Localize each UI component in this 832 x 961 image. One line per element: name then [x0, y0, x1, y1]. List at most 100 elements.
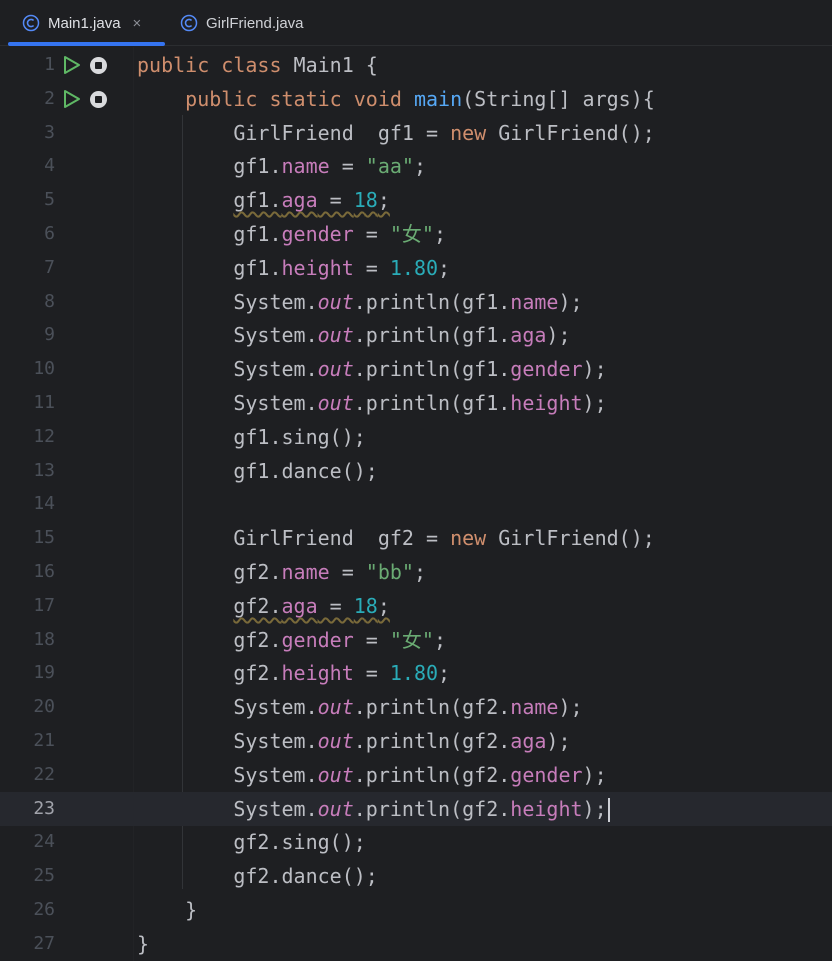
run-icon[interactable] [62, 55, 82, 75]
code-line[interactable]: 1 public class Main1 { [0, 48, 832, 82]
code-line[interactable]: 22 System.out.println(gf2.gender); [0, 758, 832, 792]
code-line[interactable]: 17 gf2.aga = 18; [0, 589, 832, 623]
code-line[interactable]: 25 gf2.dance(); [0, 859, 832, 893]
code-token: = [353, 222, 390, 246]
code-text: System.out.println(gf1.aga); [137, 318, 570, 352]
code-text: System.out.println(gf2.aga); [137, 724, 570, 758]
code-token: main [413, 86, 463, 111]
code-token: out [317, 762, 354, 787]
tab-main1-java[interactable]: Main1.java × [22, 0, 141, 46]
code-line[interactable]: 23 System.out.println(gf2.height); [0, 791, 832, 826]
line-number: 26 [33, 899, 55, 920]
code-line[interactable]: 11 System.out.println(gf1.height); [0, 386, 832, 420]
class-icon [22, 14, 40, 32]
code-token: System. [137, 289, 318, 314]
code-token: .println(gf2. [353, 695, 511, 720]
run-icon[interactable] [62, 89, 82, 109]
line-number: 1 [44, 54, 55, 75]
code-line[interactable]: 9 System.out.println(gf1.aga); [0, 318, 832, 352]
code-text: } [137, 927, 149, 961]
code-text: gf1.dance(); [137, 454, 378, 488]
code-token: "女" [389, 627, 434, 652]
code-line[interactable]: 18 gf2.gender = "女"; [0, 623, 832, 657]
code-token: ; [433, 627, 447, 652]
code-token: 18 [353, 188, 378, 213]
code-token: height [510, 391, 583, 415]
code-line[interactable]: 6 gf1.gender = "女"; [0, 217, 832, 251]
code-token: ; [413, 560, 427, 584]
code-line[interactable]: 12 gf1.sing(); [0, 420, 832, 454]
code-token: GirlFriend(); [498, 120, 655, 145]
line-number: 20 [33, 696, 55, 718]
code-text: gf2.height = 1.80; [137, 656, 450, 690]
tab-girlfriend-java[interactable]: GirlFriend.java [180, 0, 304, 46]
line-number: 7 [44, 256, 55, 278]
code-line[interactable]: 21 System.out.println(gf2.aga); [0, 724, 832, 758]
active-tab-indicator [8, 42, 165, 46]
code-line[interactable]: 4 gf1.name = "aa"; [0, 149, 832, 183]
editor-tab-bar: Main1.java × GirlFriend.java [0, 0, 832, 46]
code-token: System. [137, 357, 318, 382]
code-token: public static void [185, 86, 414, 111]
line-number: 4 [44, 155, 55, 177]
code-text: gf1.sing(); [137, 420, 365, 454]
code-line[interactable]: 24 gf2.sing(); [0, 825, 832, 859]
code-token: .println(gf1. [353, 391, 511, 415]
code-token: = [353, 627, 390, 652]
code-line[interactable]: 15 GirlFriend gf2 = new GirlFriend(); [0, 521, 832, 555]
code-line[interactable]: 10 System.out.println(gf1.gender); [0, 352, 832, 386]
line-number: 25 [33, 865, 55, 887]
code-token: out [317, 729, 354, 753]
code-token: gender [510, 357, 583, 382]
code-line[interactable]: 26 } [0, 893, 832, 927]
code-line[interactable]: 20 System.out.println(gf2.name); [0, 690, 832, 724]
code-line[interactable]: 3 GirlFriend gf1 = new GirlFriend(); [0, 116, 832, 150]
close-icon[interactable]: × [133, 15, 142, 32]
line-number: 21 [33, 730, 55, 751]
code-line[interactable]: 16 gf2.name = "bb"; [0, 555, 832, 589]
code-token: } [137, 931, 150, 956]
code-token: ); [582, 796, 607, 821]
code-line[interactable]: 8 System.out.println(gf1.name); [0, 285, 832, 319]
code-token: System. [137, 762, 318, 787]
line-number: 19 [33, 662, 55, 684]
code-token: aga [510, 729, 547, 753]
code-token: ); [582, 391, 607, 415]
code-token: ); [582, 357, 607, 382]
code-line[interactable]: 14 [0, 487, 832, 521]
code-token: .println(gf1. [353, 323, 511, 348]
code-token: gf1.dance(); [137, 458, 378, 483]
code-token: aga [510, 323, 547, 348]
code-token: ; [413, 154, 427, 179]
code-line[interactable]: 19 gf2.height = 1.80; [0, 656, 832, 690]
code-token: out [317, 796, 354, 821]
code-token: height [510, 796, 583, 821]
code-line[interactable]: 27} [0, 927, 832, 961]
line-number: 6 [44, 223, 55, 244]
code-token: public class [137, 53, 294, 77]
line-number: 2 [44, 87, 55, 109]
code-token: gf1. [137, 255, 282, 280]
code-token: out [317, 357, 354, 382]
code-token: ); [558, 289, 583, 314]
code-token: System. [137, 391, 318, 415]
code-text: GirlFriend gf2 = new GirlFriend(); [137, 521, 654, 555]
code-token: = [329, 154, 366, 179]
code-token: ); [558, 695, 583, 720]
code-text: System.out.println(gf1.name); [137, 285, 583, 319]
debug-icon[interactable] [89, 90, 108, 109]
line-number: 23 [33, 797, 55, 819]
code-line[interactable]: 5 gf1.aga = 18; [0, 183, 832, 217]
code-line[interactable]: 13 gf1.dance(); [0, 454, 832, 488]
code-token: gf1. [137, 222, 282, 246]
code-token: name [510, 289, 559, 314]
code-token: new [450, 526, 499, 551]
debug-icon[interactable] [89, 56, 108, 75]
tab-label: GirlFriend.java [206, 14, 304, 32]
code-text: gf2.dance(); [137, 859, 378, 893]
code-line[interactable]: 2 public static void main(String[] args)… [0, 82, 832, 116]
code-token: ; [433, 222, 447, 246]
code-editor[interactable]: 1 public class Main1 {2 public static voi… [0, 47, 832, 961]
code-line[interactable]: 7 gf1.height = 1.80; [0, 251, 832, 285]
